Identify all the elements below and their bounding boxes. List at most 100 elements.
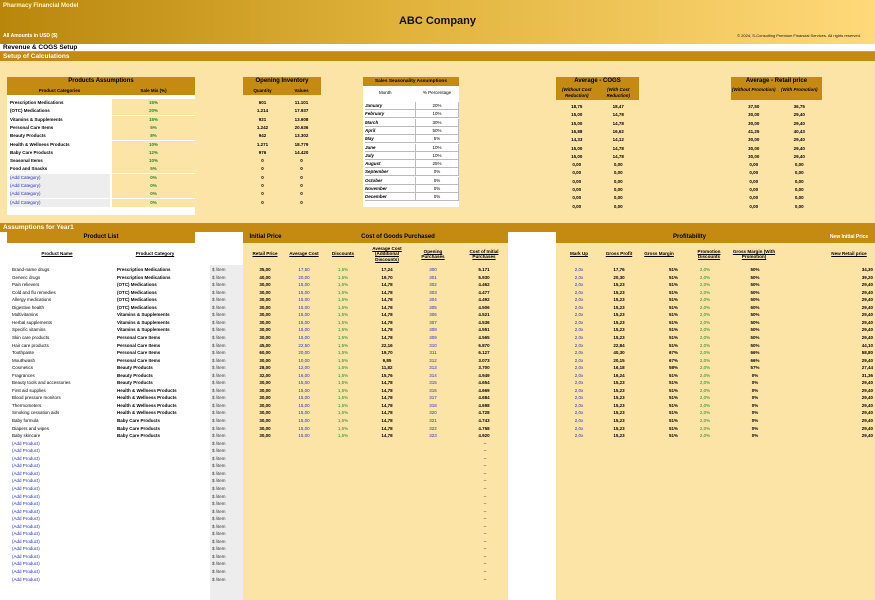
opening-purchases[interactable]: 300 <box>414 266 452 274</box>
mark-up[interactable]: 2,0x <box>560 326 598 334</box>
product-sale-mix[interactable]: 5% <box>112 165 195 174</box>
discount[interactable]: 1,5% <box>324 289 362 297</box>
mark-up[interactable]: 2,0x <box>560 296 598 304</box>
season-pct[interactable]: 10% <box>415 110 459 119</box>
add-product-link[interactable]: (Add Product) <box>12 576 110 584</box>
promotion-discount[interactable]: 2,0% <box>690 379 720 387</box>
discount[interactable]: 1,5% <box>324 417 362 425</box>
average-cost[interactable]: 15,00 <box>285 326 323 334</box>
promotion-discount[interactable]: 2,0% <box>690 289 720 297</box>
product-sale-mix[interactable]: 8% <box>112 132 195 141</box>
promotion-discount[interactable]: 2,0% <box>690 311 720 319</box>
discount[interactable]: 1,5% <box>324 326 362 334</box>
season-pct[interactable]: 50% <box>415 126 459 135</box>
average-cost[interactable]: 15,00 <box>285 394 323 402</box>
add-product-link[interactable]: (Add Product) <box>12 568 110 576</box>
discount[interactable]: 1,5% <box>324 379 362 387</box>
discount[interactable]: 1,5% <box>324 432 362 440</box>
opening-purchases[interactable]: 312 <box>414 357 452 365</box>
discount[interactable]: 1,5% <box>324 342 362 350</box>
product-sale-mix[interactable]: 0% <box>112 173 195 182</box>
add-product-link[interactable]: (Add Product) <box>12 485 110 493</box>
discount[interactable]: 1,5% <box>324 372 362 380</box>
opening-purchases[interactable]: 310 <box>414 342 452 350</box>
average-cost[interactable]: 15,00 <box>285 425 323 433</box>
add-product-link[interactable]: (Add Product) <box>12 538 110 546</box>
add-product-link[interactable]: (Add Product) <box>12 523 110 531</box>
discount[interactable]: 1,5% <box>324 364 362 372</box>
product-category-name[interactable]: (Add Category) <box>10 190 110 199</box>
add-product-link[interactable]: (Add Product) <box>12 493 110 501</box>
mark-up[interactable]: 2,0x <box>560 342 598 350</box>
average-cost[interactable]: 15,00 <box>285 334 323 342</box>
product-sale-mix[interactable]: 10% <box>112 140 195 149</box>
promotion-discount[interactable]: 2,0% <box>690 417 720 425</box>
opening-purchases[interactable]: 320 <box>414 409 452 417</box>
add-product-link[interactable]: (Add Product) <box>12 508 110 516</box>
product-sale-mix[interactable]: 20% <box>112 107 195 116</box>
mark-up[interactable]: 2,0x <box>560 394 598 402</box>
promotion-discount[interactable]: 2,0% <box>690 432 720 440</box>
discount[interactable]: 1,5% <box>324 304 362 312</box>
add-product-link[interactable]: (Add Product) <box>12 477 110 485</box>
product-category-name[interactable]: (Add Category) <box>10 173 110 182</box>
discount[interactable]: 1,5% <box>324 425 362 433</box>
add-product-link[interactable]: (Add Product) <box>12 447 110 455</box>
season-pct[interactable]: 10% <box>415 143 459 152</box>
discount[interactable]: 1,5% <box>324 394 362 402</box>
discount[interactable]: 1,5% <box>324 274 362 282</box>
product-sale-mix[interactable]: 15% <box>112 99 195 107</box>
average-cost[interactable]: 22,50 <box>285 342 323 350</box>
mark-up[interactable]: 2,0x <box>560 289 598 297</box>
discount[interactable]: 1,5% <box>324 296 362 304</box>
average-cost[interactable]: 15,00 <box>285 432 323 440</box>
opening-purchases[interactable]: 301 <box>414 274 452 282</box>
season-pct[interactable]: 5% <box>415 135 459 144</box>
promotion-discount[interactable]: 2,0% <box>690 402 720 410</box>
discount[interactable]: 1,5% <box>324 266 362 274</box>
promotion-discount[interactable]: 2,0% <box>690 319 720 327</box>
average-cost[interactable]: 15,00 <box>285 319 323 327</box>
opening-purchases[interactable]: 308 <box>414 326 452 334</box>
average-cost[interactable]: 16,00 <box>285 372 323 380</box>
product-sale-mix[interactable]: 0% <box>112 190 195 199</box>
promotion-discount[interactable]: 2,0% <box>690 334 720 342</box>
opening-purchases[interactable]: 322 <box>414 425 452 433</box>
opening-purchases[interactable]: 307 <box>414 319 452 327</box>
product-category-name[interactable]: (Add Category) <box>10 198 110 207</box>
opening-purchases[interactable]: 311 <box>414 349 452 357</box>
opening-purchases[interactable]: 313 <box>414 364 452 372</box>
product-sale-mix[interactable]: 15% <box>112 115 195 124</box>
mark-up[interactable]: 2,0x <box>560 266 598 274</box>
mark-up[interactable]: 2,0x <box>560 417 598 425</box>
average-cost[interactable]: 15,00 <box>285 296 323 304</box>
average-cost[interactable]: 15,00 <box>285 402 323 410</box>
season-pct[interactable]: 25% <box>415 160 459 169</box>
add-product-link[interactable]: (Add Product) <box>12 470 110 478</box>
opening-purchases[interactable]: 321 <box>414 417 452 425</box>
opening-purchases[interactable]: 315 <box>414 379 452 387</box>
product-sale-mix[interactable]: 10% <box>112 157 195 166</box>
season-pct[interactable]: 0% <box>415 185 459 193</box>
average-cost[interactable]: 15,00 <box>285 387 323 395</box>
mark-up[interactable]: 2,0x <box>560 319 598 327</box>
discount[interactable]: 1,5% <box>324 319 362 327</box>
average-cost[interactable]: 15,00 <box>285 311 323 319</box>
discount[interactable]: 1,5% <box>324 357 362 365</box>
average-cost[interactable]: 10,00 <box>285 357 323 365</box>
discount[interactable]: 1,5% <box>324 281 362 289</box>
opening-purchases[interactable]: 304 <box>414 296 452 304</box>
mark-up[interactable]: 2,0x <box>560 372 598 380</box>
mark-up[interactable]: 2,0x <box>560 311 598 319</box>
mark-up[interactable]: 2,0x <box>560 402 598 410</box>
promotion-discount[interactable]: 2,0% <box>690 326 720 334</box>
mark-up[interactable]: 2,0x <box>560 409 598 417</box>
season-pct[interactable]: 0% <box>415 168 459 177</box>
opening-purchases[interactable]: 309 <box>414 334 452 342</box>
opening-purchases[interactable]: 318 <box>414 402 452 410</box>
promotion-discount[interactable]: 2,0% <box>690 274 720 282</box>
discount[interactable]: 1,5% <box>324 402 362 410</box>
promotion-discount[interactable]: 2,0% <box>690 364 720 372</box>
mark-up[interactable]: 2,0x <box>560 349 598 357</box>
opening-purchases[interactable]: 306 <box>414 311 452 319</box>
